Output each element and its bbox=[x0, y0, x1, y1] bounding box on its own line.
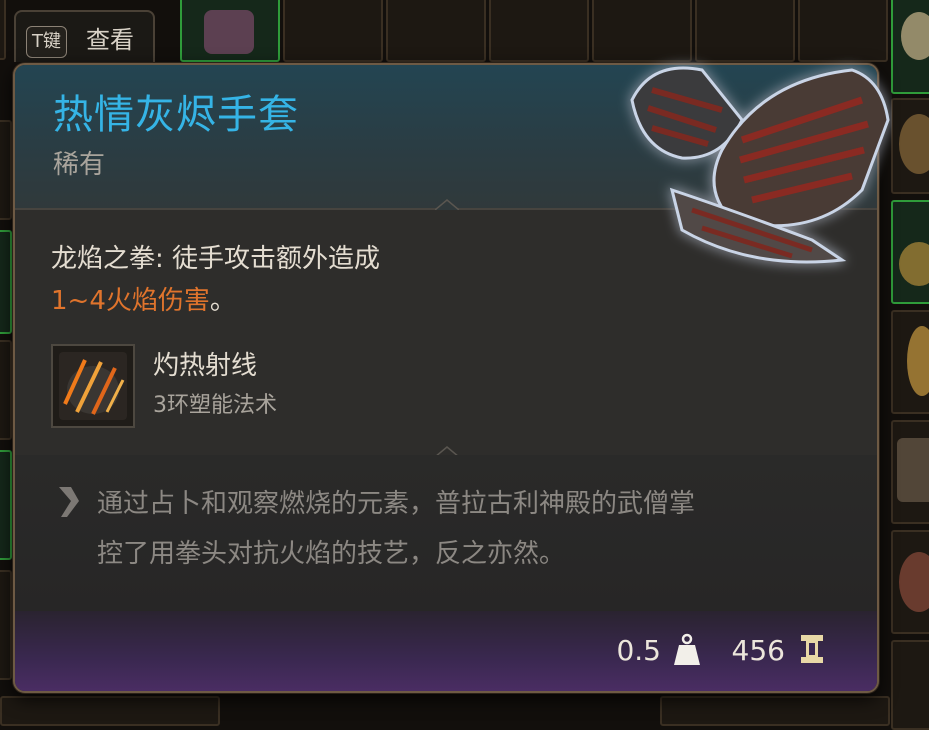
weight-value: 0.5 bbox=[616, 634, 661, 667]
tooltip-footer: 0.5 456 bbox=[15, 611, 877, 691]
inventory-slot[interactable] bbox=[891, 200, 929, 304]
inventory-slot[interactable] bbox=[386, 0, 486, 62]
gold-value: 456 bbox=[731, 634, 785, 667]
effect-damage-line: 1~4火焰伤害。 bbox=[51, 280, 380, 322]
weight-icon bbox=[674, 633, 700, 665]
inventory-slot[interactable] bbox=[891, 420, 929, 524]
inventory-slot[interactable] bbox=[891, 0, 929, 94]
divider-notch bbox=[435, 199, 459, 210]
scorching-ray-icon[interactable] bbox=[51, 344, 135, 428]
effect-text: 龙焰之拳: 徒手攻击额外造成 1~4火焰伤害。 bbox=[51, 238, 380, 322]
examine-hint[interactable]: T键 查看 bbox=[14, 10, 155, 62]
item-rarity: 稀有 bbox=[53, 150, 106, 180]
lore-line: 通过占卜和观察燃烧的元素，普拉古利神殿的武僧掌 bbox=[97, 489, 696, 519]
spell-level: 3环塑能法术 bbox=[153, 393, 277, 418]
spell-name: 灼热射线 bbox=[153, 351, 258, 381]
effect-end: 。 bbox=[209, 286, 236, 316]
inventory-slot[interactable] bbox=[891, 98, 929, 194]
inventory-slot[interactable] bbox=[0, 120, 12, 220]
lore-line: 控了用拳头对抗火焰的技艺，反之亦然。 bbox=[97, 539, 566, 569]
item-name: 热情灰烬手套 bbox=[53, 92, 299, 138]
inventory-slot[interactable] bbox=[0, 570, 12, 680]
lore-text: 通过占卜和观察燃烧的元素，普拉古利神殿的武僧掌 控了用拳头对抗火焰的技艺，反之亦… bbox=[97, 479, 857, 579]
inventory-slot[interactable] bbox=[489, 0, 589, 62]
inventory-slot[interactable] bbox=[891, 310, 929, 414]
inventory-slot[interactable] bbox=[0, 340, 12, 440]
inventory-slot[interactable] bbox=[891, 640, 929, 730]
effect-damage: 1~4火焰伤害 bbox=[51, 286, 210, 316]
effect-line: 龙焰之拳: 徒手攻击额外造成 bbox=[51, 244, 381, 274]
gloves-item-icon bbox=[630, 66, 890, 264]
quote-icon bbox=[59, 487, 79, 517]
gold-coin-icon bbox=[801, 635, 823, 663]
inventory-slot[interactable] bbox=[0, 696, 220, 726]
key-t-badge: T键 bbox=[26, 26, 67, 58]
inventory-slot[interactable] bbox=[0, 450, 12, 560]
inventory-slot[interactable] bbox=[660, 696, 890, 726]
inventory-slot[interactable] bbox=[0, 0, 6, 60]
lore-section: 通过占卜和观察燃烧的元素，普拉古利神殿的武僧掌 控了用拳头对抗火焰的技艺，反之亦… bbox=[15, 455, 877, 613]
inventory-slot[interactable] bbox=[0, 230, 12, 334]
inventory-slot[interactable] bbox=[180, 0, 280, 62]
inventory-slot[interactable] bbox=[283, 0, 383, 62]
inventory-slot[interactable] bbox=[891, 530, 929, 634]
examine-label: 查看 bbox=[86, 26, 134, 54]
